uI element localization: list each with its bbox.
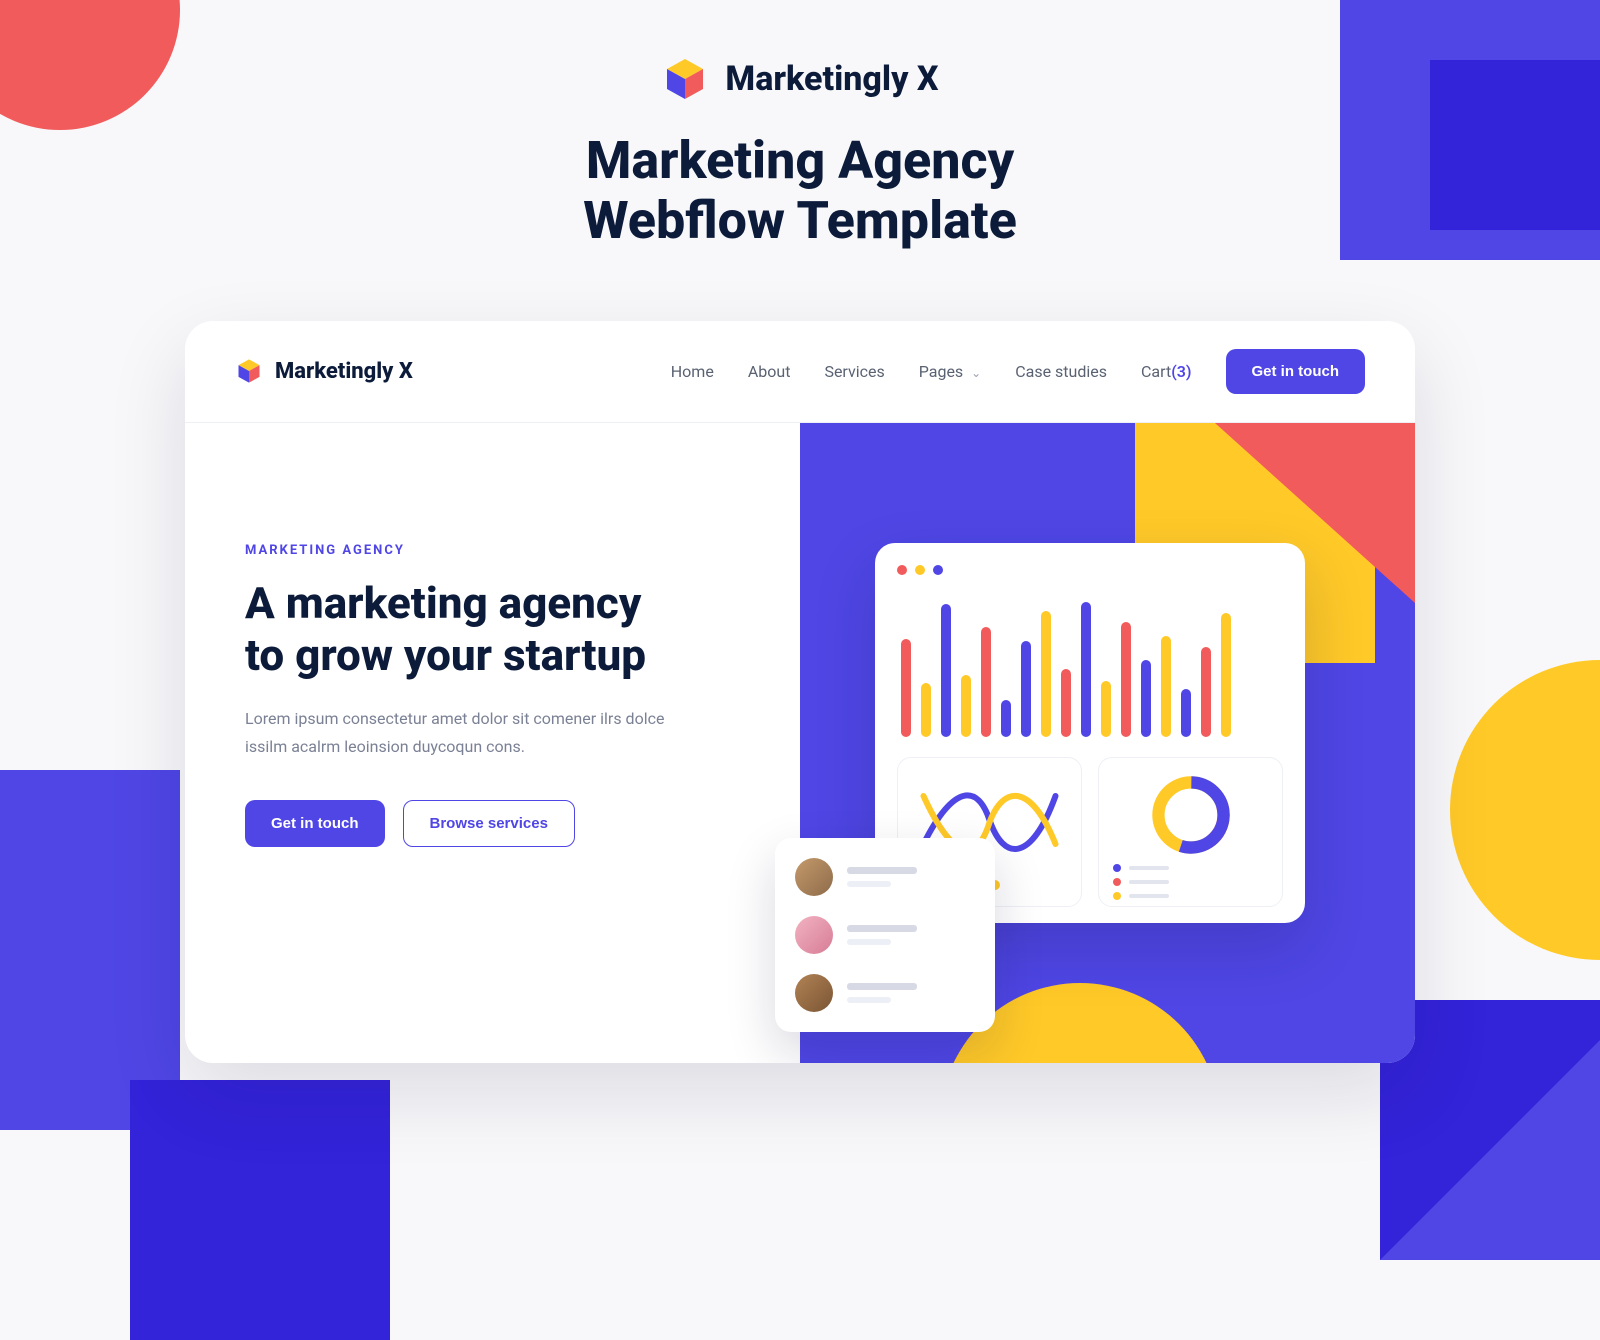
bar xyxy=(1021,641,1031,736)
nav-brand-text: Marketingly X xyxy=(275,359,413,384)
bar xyxy=(981,627,991,736)
bar xyxy=(1141,660,1151,737)
brand-lockup: Marketingly X xyxy=(661,55,938,103)
legend-dot-red-icon xyxy=(1113,878,1121,886)
headline-line1: Marketing Agency xyxy=(586,130,1014,191)
nav-logo[interactable]: Marketingly X xyxy=(235,357,413,385)
bar xyxy=(921,683,931,736)
bar xyxy=(1181,689,1191,737)
legend-row-red xyxy=(1113,878,1268,886)
hero-content: MARKETING AGENCY A marketing agency to g… xyxy=(185,423,800,1063)
headline-line2: Webflow Template xyxy=(583,190,1017,251)
nav-home[interactable]: Home xyxy=(671,362,714,381)
legend-dot-blue-icon xyxy=(1113,864,1121,872)
hero-title-line2: to grow your startup xyxy=(245,629,646,681)
nav-about[interactable]: About xyxy=(748,362,791,381)
cart-count: (3) xyxy=(1171,362,1191,381)
bg-square-blue-bottom-left xyxy=(130,1080,390,1340)
person-placeholder-lines xyxy=(847,867,917,887)
bar xyxy=(901,639,911,737)
brand-name: Marketingly X xyxy=(725,59,938,99)
person-placeholder-lines xyxy=(847,925,917,945)
cube-logo-icon xyxy=(235,357,263,385)
hero-title-line1: A marketing agency xyxy=(245,577,641,629)
nav-get-in-touch-button[interactable]: Get in touch xyxy=(1226,349,1366,394)
bar xyxy=(1081,602,1091,736)
legend-line xyxy=(1129,880,1169,884)
person-row xyxy=(795,858,975,896)
bar-chart xyxy=(897,597,1283,737)
person-placeholder-lines xyxy=(847,983,917,1003)
legend-row-blue xyxy=(1113,864,1268,872)
donut-legend xyxy=(1113,864,1268,900)
bar xyxy=(1041,611,1051,737)
bar xyxy=(1161,636,1171,737)
get-in-touch-button[interactable]: Get in touch xyxy=(245,800,385,847)
window-dots xyxy=(897,565,1283,575)
browse-services-button[interactable]: Browse services xyxy=(403,800,575,847)
nav-case-studies[interactable]: Case studies xyxy=(1015,362,1107,381)
people-list-card xyxy=(775,838,995,1032)
window-dot-blue-icon xyxy=(933,565,943,575)
bar xyxy=(1001,700,1011,736)
nav-cart[interactable]: Cart(3) xyxy=(1141,362,1191,381)
donut-chart-card xyxy=(1098,757,1283,907)
hero-cta-row: Get in touch Browse services xyxy=(245,800,800,847)
nav-links: Home About Services Pages ⌄ Case studies… xyxy=(671,349,1365,394)
nav-services[interactable]: Services xyxy=(824,362,884,381)
dashboard-mockup-card xyxy=(875,543,1305,923)
hero-section: MARKETING AGENCY A marketing agency to g… xyxy=(185,423,1415,1063)
hero-illustration xyxy=(800,423,1415,1063)
hero-title: A marketing agency to grow your startup xyxy=(245,578,800,682)
page-headline: Marketing Agency Webflow Template xyxy=(583,131,1017,251)
bar xyxy=(1061,669,1071,736)
chevron-down-icon: ⌄ xyxy=(971,366,981,380)
avatar-icon xyxy=(795,858,833,896)
site-nav: Marketingly X Home About Services Pages … xyxy=(185,321,1415,423)
legend-dot-yellow-icon xyxy=(1113,892,1121,900)
nav-pages-label: Pages xyxy=(919,362,963,381)
person-row xyxy=(795,916,975,954)
legend-line xyxy=(1129,866,1169,870)
hero-eyebrow: MARKETING AGENCY xyxy=(245,543,800,558)
avatar-icon xyxy=(795,974,833,1012)
cart-label: Cart xyxy=(1141,362,1171,381)
template-preview-card: Marketingly X Home About Services Pages … xyxy=(185,321,1415,1063)
bar xyxy=(1221,613,1231,736)
legend-row-yellow xyxy=(1113,892,1268,900)
bar xyxy=(1121,622,1131,737)
window-dot-yellow-icon xyxy=(915,565,925,575)
bar xyxy=(941,604,951,737)
hero-body: Lorem ipsum consectetur amet dolor sit c… xyxy=(245,705,685,759)
donut-chart-icon xyxy=(1148,772,1234,858)
cube-logo-icon xyxy=(661,55,709,103)
bar xyxy=(961,675,971,737)
person-row xyxy=(795,974,975,1012)
bar xyxy=(1201,647,1211,737)
legend-line xyxy=(1129,894,1169,898)
nav-pages[interactable]: Pages ⌄ xyxy=(919,362,981,381)
window-dot-red-icon xyxy=(897,565,907,575)
bar xyxy=(1101,681,1111,737)
avatar-icon xyxy=(795,916,833,954)
